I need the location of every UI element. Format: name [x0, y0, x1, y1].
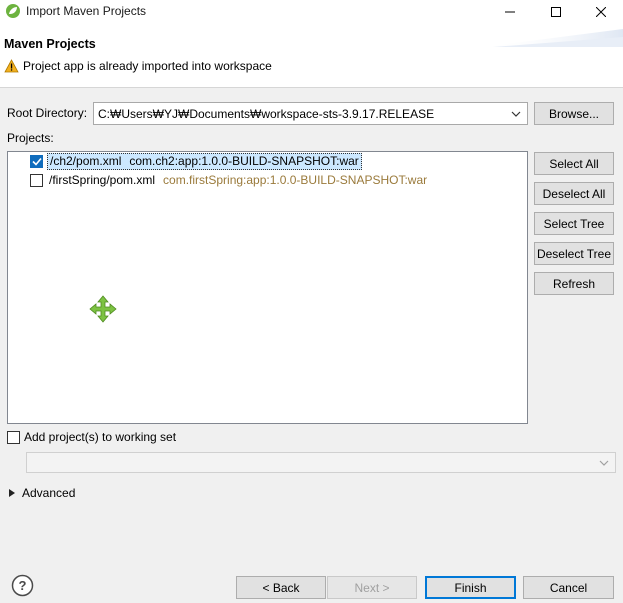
back-button[interactable]: < Back — [236, 576, 326, 599]
chevron-down-icon — [511, 111, 521, 117]
cancel-button[interactable]: Cancel — [523, 576, 614, 599]
project-artifact: com.ch2:app:1.0.0-BUILD-SNAPSHOT:war — [129, 154, 359, 168]
chevron-down-icon — [599, 460, 609, 466]
deselect-tree-button[interactable]: Deselect Tree — [534, 242, 614, 265]
project-label: /ch2/pom.xml com.ch2:app:1.0.0-BUILD-SNA… — [47, 152, 362, 170]
maximize-icon — [551, 6, 561, 17]
root-directory-label: Root Directory: — [7, 106, 88, 120]
help-icon[interactable]: ? — [11, 574, 34, 597]
refresh-button[interactable]: Refresh — [534, 272, 614, 295]
project-path: /firstSpring/pom.xml — [49, 173, 156, 187]
advanced-label: Advanced — [22, 486, 76, 500]
working-set-checkbox[interactable] — [7, 430, 20, 444]
chevron-right-icon — [9, 489, 15, 497]
warning-icon — [4, 59, 19, 73]
project-checkbox[interactable] — [30, 173, 43, 187]
window-title: Import Maven Projects — [26, 4, 147, 18]
select-all-button[interactable]: Select All — [534, 152, 614, 175]
checkmark-icon — [31, 157, 42, 166]
working-set-option[interactable]: Add project(s) to working set — [7, 430, 176, 444]
wizard-header: Maven Projects Project app is already im… — [0, 23, 623, 88]
header-message: Project app is already imported into wor… — [4, 59, 272, 73]
browse-button[interactable]: Browse... — [534, 102, 614, 125]
minimize-icon — [505, 11, 515, 12]
close-button[interactable] — [578, 0, 623, 23]
working-set-label: Add project(s) to working set — [24, 430, 177, 444]
minimize-button[interactable] — [487, 0, 533, 23]
root-directory-value: C:₩Users₩YJ₩Documents₩workspace-sts-3.9.… — [98, 106, 435, 121]
projects-tree[interactable]: /ch2/pom.xml com.ch2:app:1.0.0-BUILD-SNA… — [7, 151, 528, 424]
header-message-text: Project app is already imported into wor… — [23, 59, 272, 73]
advanced-section-toggle[interactable]: Advanced — [9, 486, 75, 500]
title-bar: Import Maven Projects — [0, 0, 623, 23]
spring-leaf-icon — [6, 4, 20, 18]
next-button: Next > — [327, 576, 417, 599]
project-path: /ch2/pom.xml — [50, 154, 122, 168]
finish-button[interactable]: Finish — [425, 576, 516, 599]
project-row[interactable]: /ch2/pom.xml com.ch2:app:1.0.0-BUILD-SNA… — [30, 152, 362, 170]
project-label: /firstSpring/pom.xml com.firstSpring:app… — [47, 172, 429, 189]
working-set-combo — [26, 452, 616, 473]
maximize-button[interactable] — [533, 0, 579, 23]
root-directory-combo[interactable]: C:₩Users₩YJ₩Documents₩workspace-sts-3.9.… — [93, 102, 528, 125]
move-cursor-icon — [89, 295, 117, 323]
project-row[interactable]: /firstSpring/pom.xml com.firstSpring:app… — [30, 171, 429, 189]
deselect-all-button[interactable]: Deselect All — [534, 182, 614, 205]
projects-label: Projects: — [7, 131, 54, 145]
project-artifact: com.firstSpring:app:1.0.0-BUILD-SNAPSHOT… — [163, 173, 428, 187]
select-tree-button[interactable]: Select Tree — [534, 212, 614, 235]
svg-text:?: ? — [19, 578, 27, 593]
project-checkbox[interactable] — [30, 154, 43, 168]
header-banner-graphic — [483, 29, 623, 47]
page-title: Maven Projects — [4, 37, 96, 51]
close-icon — [596, 6, 606, 17]
